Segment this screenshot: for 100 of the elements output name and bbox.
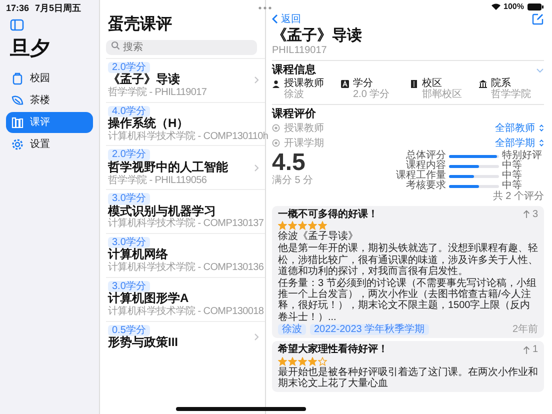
battery-percent: 100% — [504, 2, 524, 12]
circle-icon — [272, 139, 280, 148]
up-down-chevron-icon — [539, 139, 544, 148]
sidebar-item[interactable]: 茶楼 — [6, 90, 93, 112]
course-subtitle: 计算机科学技术学院 - COMP130137 — [108, 218, 264, 230]
letter-a-icon — [341, 80, 349, 88]
star-icon — [298, 221, 307, 230]
status-time: 17:36 — [6, 3, 30, 14]
course-heading: 《孟子》导读 — [272, 27, 363, 44]
course-title: 计算机图形学A — [108, 292, 189, 306]
settings-icon — [11, 138, 24, 152]
wifi-icon — [490, 3, 501, 10]
info-value: 哲学学院 — [491, 89, 531, 101]
star-icon — [288, 356, 297, 366]
filter-label: 授课教师 — [284, 122, 325, 134]
rating-reading: 中等 — [502, 171, 523, 182]
info-label: 学分 — [353, 78, 374, 89]
chevron-right-icon — [254, 333, 259, 342]
circle-icon — [272, 124, 280, 132]
course-title: 计算机网络 — [108, 248, 168, 262]
course-title: 模式识别与机器学习 — [108, 204, 216, 218]
star-icon — [318, 221, 327, 230]
sidebar-item[interactable]: 设置 — [6, 134, 93, 156]
credit-badge: 4.0学分 — [108, 106, 150, 118]
more-dots-icon[interactable] — [258, 6, 272, 10]
course-title: 哲学视野中的人工智能 — [108, 160, 228, 174]
star-icon — [318, 356, 327, 366]
building-icon — [410, 80, 418, 88]
arrow-up-icon — [523, 346, 530, 354]
star-icon — [308, 221, 317, 230]
bag-icon — [11, 72, 24, 86]
review-text: 最开始也是被各种好评吸引着选了这门课。在两次小作业和期末论文上花了大量心血 — [278, 366, 538, 390]
course-row[interactable]: 3.0学分 计算机图形学A 计算机科学技术学院 - COMP130018 — [106, 276, 265, 321]
review-time: 2年前 — [512, 324, 538, 336]
star-icon — [288, 221, 297, 230]
search-field[interactable]: 搜索 — [106, 40, 257, 56]
rating-count: 共 2 个评分 — [492, 191, 544, 203]
filter-label: 开课学期 — [284, 138, 325, 149]
credit-badge: 3.0学分 — [108, 193, 150, 205]
person-icon — [272, 80, 280, 88]
chevron-down-icon[interactable] — [536, 68, 544, 73]
star-icon — [278, 356, 287, 366]
course-row[interactable]: 2.0学分 哲学视野中的人工智能 哲学学院 - PHIL119056 — [106, 145, 265, 190]
leaf-icon — [11, 94, 24, 108]
chevron-right-icon — [254, 76, 259, 84]
info-label: 校区 — [422, 78, 442, 89]
back-button[interactable]: 返回 — [272, 12, 301, 26]
course-title: 操作系统（H） — [108, 117, 189, 130]
rating-reading: 中等 — [502, 161, 523, 172]
course-row[interactable]: 2.0学分 《孟子》导读 哲学学院 - PHIL119017 — [106, 58, 265, 102]
average-score: 4.5 — [272, 151, 306, 176]
info-value: 徐波 — [284, 89, 305, 101]
list-title: 蛋壳课评 — [108, 16, 173, 34]
sidebar-toggle-icon[interactable] — [10, 19, 24, 32]
star-icon — [278, 221, 287, 230]
course-row[interactable]: 3.0学分 计算机网络 计算机科学技术学院 - COMP130136 — [106, 232, 265, 277]
credit-badge: 0.5学分 — [108, 324, 150, 336]
chevron-right-icon — [254, 164, 259, 172]
course-subtitle: 哲学学院 - PHIL119056 — [108, 174, 207, 186]
compose-icon[interactable] — [532, 13, 544, 26]
rating-reading: 特别好评 — [502, 151, 543, 162]
review-title: 希望大家理性看待好评！ — [278, 344, 388, 356]
app-title: 旦夕 — [10, 38, 51, 62]
star-icon — [308, 356, 317, 366]
battery-icon — [527, 2, 544, 11]
credit-badge: 3.0学分 — [108, 280, 150, 292]
credit-badge: 2.0学分 — [108, 62, 150, 74]
sidebar-item[interactable]: 课评 — [6, 112, 93, 134]
course-subtitle: 哲学学院 - PHIL119017 — [108, 87, 207, 99]
chevron-left-icon — [272, 14, 278, 24]
credit-badge: 2.0学分 — [108, 149, 150, 161]
rating-label: 课程内容 — [406, 161, 446, 172]
section-heading: 课程评价 — [272, 108, 317, 120]
filter-picker[interactable]: 全部教师 — [495, 121, 535, 136]
rating-label: 考核要求 — [405, 181, 446, 192]
info-label: 授课教师 — [284, 78, 324, 89]
filter-picker[interactable]: 全部学期 — [495, 136, 535, 150]
course-title: 形势与政策III — [108, 336, 178, 350]
course-title: 《孟子》导读 — [108, 73, 180, 86]
review-text: 徐波《孟子导读》 — [278, 231, 359, 242]
credit-badge: 3.0学分 — [108, 236, 150, 248]
status-date: 7月5日周五 — [35, 3, 82, 14]
section-heading: 课程信息 — [272, 64, 316, 77]
course-subtitle: 计算机科学技术学院 - COMP130136 — [108, 262, 264, 274]
arrow-up-icon — [523, 210, 530, 218]
score-note: 满分 5 分 — [272, 175, 314, 187]
rating-reading: 中等 — [502, 181, 522, 192]
sidebar-item[interactable]: 校园 — [6, 68, 93, 90]
review-title: 一概不可多得的好课！ — [278, 208, 378, 220]
review-text: 他是第一年开的课，期初头铁就选了。没想到课程有趣、轻松，涉猎比较广，很有通识课的味道，涉及许多关于人性、道德和功利的探讨，对我而言很有启发性。 — [278, 243, 538, 277]
info-label: 院系 — [491, 78, 512, 89]
info-value: 邯郸校区 — [422, 89, 462, 101]
books-icon — [11, 116, 24, 130]
course-row[interactable]: 0.5学分 形势与政策III — [106, 320, 265, 353]
review-text: 任务量：3 节必须到的讨论课（不需要事先写讨论稿，小组推一个上台发言），两次小作业（去图书馆查古籍/今人注释，很好玩！），期末论文不限主题，1500字上限（反内卷斗士！）... — [278, 278, 538, 323]
course-subtitle: 计算机科学技术学院 - COMP130018 — [108, 306, 264, 318]
course-code: PHIL119017 — [272, 45, 328, 57]
course-row[interactable]: 3.0学分 模式识别与机器学习 计算机科学技术学院 - COMP130137 — [106, 189, 265, 233]
bank-icon — [479, 80, 487, 88]
up-down-chevron-icon — [539, 124, 544, 132]
